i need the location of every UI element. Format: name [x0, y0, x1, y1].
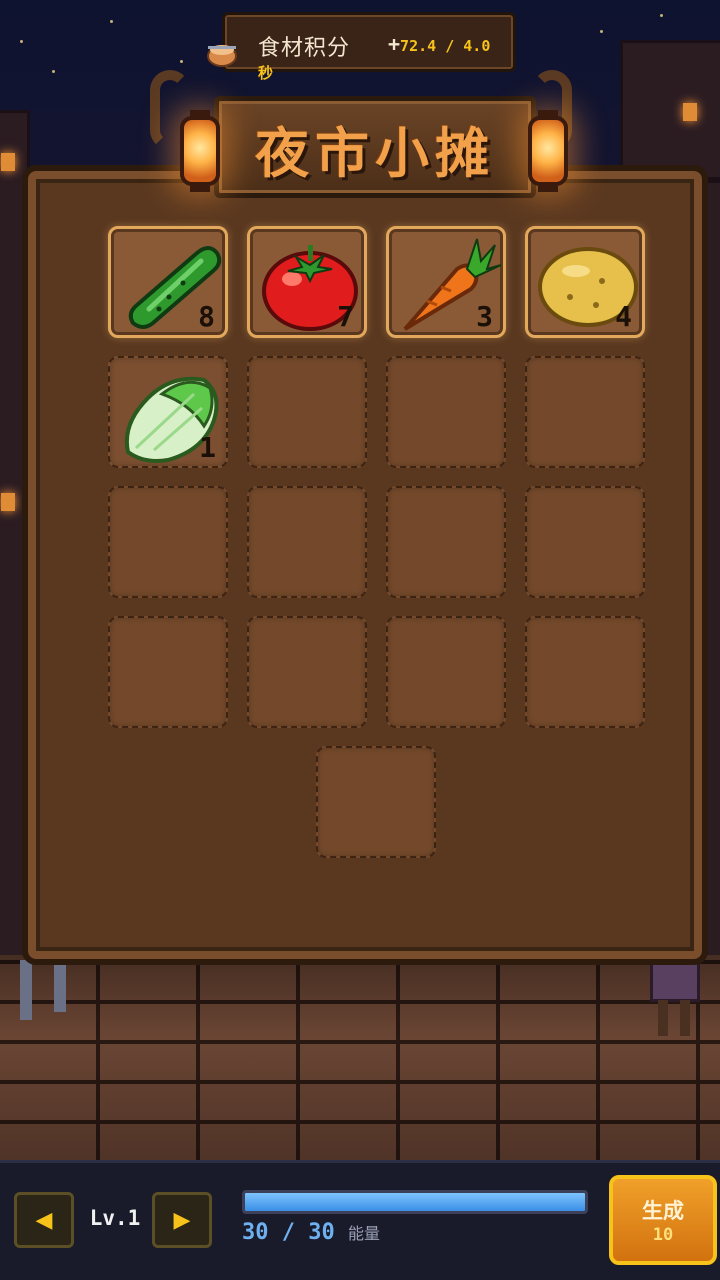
inventory-slot-empty[interactable]: [525, 486, 645, 598]
level-indicator: Lv.1: [89, 1206, 141, 1230]
inventory-slot-empty[interactable]: [386, 356, 506, 468]
inventory-slot-potato[interactable]: 4: [525, 226, 645, 338]
inventory-slot-cabbage[interactable]: 1: [108, 356, 228, 468]
inventory-slot-empty[interactable]: [525, 616, 645, 728]
star: [110, 20, 113, 23]
inventory-slot-empty[interactable]: [316, 746, 436, 858]
left-lantern-icon: [180, 110, 220, 192]
inventory-slot-empty[interactable]: [108, 486, 228, 598]
generate-cost: 10: [652, 1225, 674, 1245]
item-count: 4: [615, 300, 632, 333]
star: [660, 14, 663, 17]
stall-title: 夜市小摊: [255, 122, 495, 185]
score-label: 食材积分: [258, 36, 351, 61]
cooking-pot-icon: [205, 38, 239, 68]
score-plus: +: [388, 32, 401, 56]
arrow-left-icon: ◀: [35, 1207, 53, 1233]
item-count: 3: [476, 300, 493, 333]
generate-label: 生成: [642, 1199, 684, 1223]
energy-max: 30: [308, 1220, 335, 1245]
item-count: 1: [199, 431, 216, 464]
generate-button[interactable]: 生成 10: [609, 1175, 717, 1265]
inventory-slot-carrot[interactable]: 3: [386, 226, 506, 338]
score-rate-value: 72.4 / 4.0: [400, 37, 491, 55]
right-building: [620, 40, 720, 180]
inventory-slot-empty[interactable]: [247, 356, 367, 468]
inventory-slot-cucumber[interactable]: 8: [108, 226, 228, 338]
energy-separator: /: [281, 1220, 295, 1245]
star: [20, 40, 23, 43]
inventory-slot-tomato[interactable]: 7: [247, 226, 367, 338]
inventory-slot-empty[interactable]: [247, 616, 367, 728]
star: [180, 60, 183, 63]
cobblestone-ground: [0, 955, 720, 1160]
arrow-right-icon: ▶: [173, 1207, 191, 1233]
right-lantern-icon: [528, 110, 568, 192]
energy-bar-fill: [245, 1193, 585, 1211]
star: [600, 30, 603, 33]
item-count: 7: [337, 300, 354, 333]
score-rate: +72.4 / 4.0: [388, 32, 490, 56]
score-unit: 秒: [258, 64, 274, 82]
energy-current: 30: [242, 1220, 269, 1245]
level-prev-button[interactable]: ◀: [14, 1192, 74, 1248]
energy-label: 能量: [348, 1224, 381, 1243]
stall-signboard: 夜市小摊: [214, 96, 536, 198]
level-next-button[interactable]: ▶: [152, 1192, 212, 1248]
energy-readout: 30 / 30 能量: [242, 1220, 380, 1245]
inventory-slot-empty[interactable]: [386, 486, 506, 598]
item-count: 8: [198, 300, 215, 333]
inventory-slot-empty[interactable]: [108, 616, 228, 728]
energy-bar: [242, 1190, 588, 1214]
inventory-slot-empty[interactable]: [525, 356, 645, 468]
inventory-slot-empty[interactable]: [386, 616, 506, 728]
inventory-slot-empty[interactable]: [247, 486, 367, 598]
star: [52, 70, 55, 73]
